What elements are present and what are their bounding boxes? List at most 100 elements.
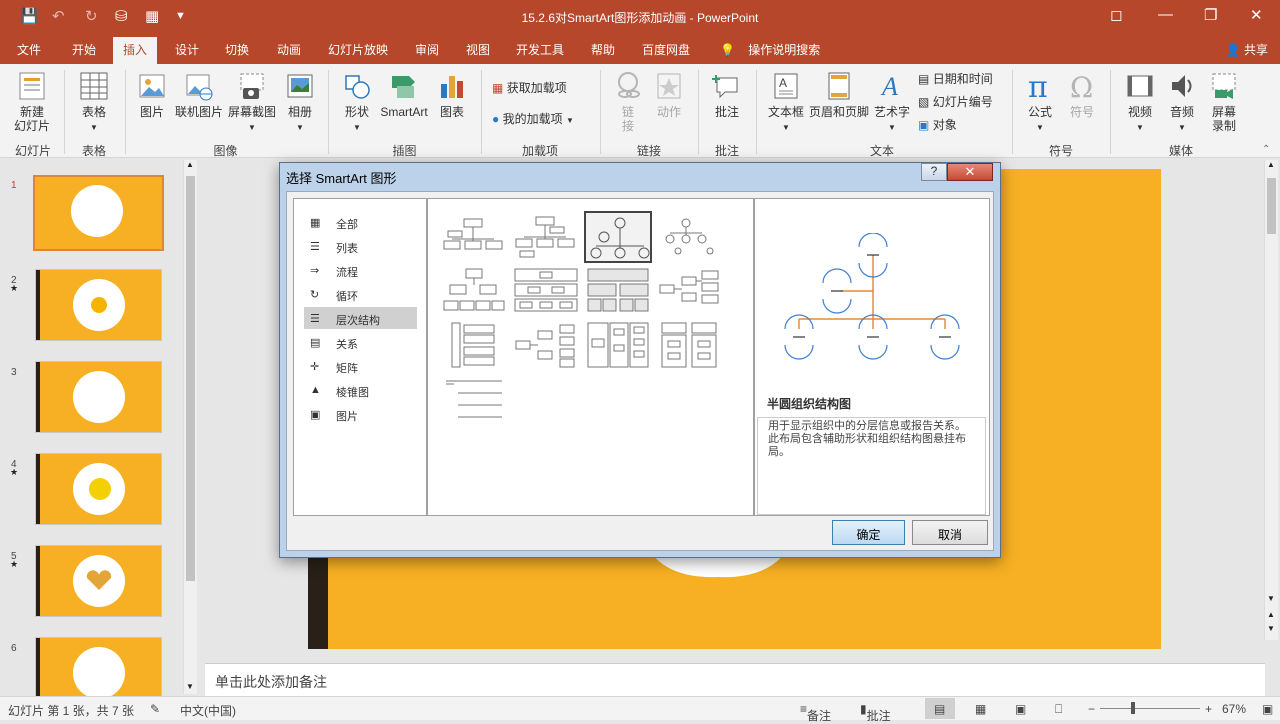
- language-status[interactable]: 中文(中国): [180, 702, 236, 719]
- category-relationship[interactable]: ▤ 关系: [304, 331, 417, 353]
- link-button[interactable]: 链 接: [610, 70, 646, 133]
- tab-animations[interactable]: 动画: [277, 41, 301, 58]
- category-list-item[interactable]: ☰ 列表: [304, 235, 417, 257]
- textbox-button[interactable]: A 文本框 ▼: [764, 70, 808, 135]
- layout-name-title-org-chart[interactable]: [514, 213, 582, 265]
- zoom-slider[interactable]: [1100, 708, 1200, 709]
- layout-half-circle-org-chart[interactable]: [584, 211, 652, 263]
- tab-design[interactable]: 设计: [175, 41, 199, 58]
- scrollbar-thumb[interactable]: [1267, 178, 1276, 234]
- tab-transitions[interactable]: 切换: [225, 41, 249, 58]
- ribbon-display-icon[interactable]: ◻: [1110, 6, 1122, 24]
- category-all[interactable]: ▦ 全部: [304, 211, 417, 233]
- layout-vertical-hierarchy[interactable]: [586, 321, 654, 373]
- scroll-up-icon[interactable]: ▲: [1267, 160, 1275, 169]
- slide-thumbnail[interactable]: [35, 545, 162, 617]
- slide-thumbnail[interactable]: [35, 361, 162, 433]
- slideshow-view-icon[interactable]: ⎕: [1055, 702, 1062, 717]
- tab-help[interactable]: 帮助: [591, 41, 615, 58]
- layout-list-hierarchy[interactable]: [442, 377, 510, 429]
- screen-record-button[interactable]: 屏幕 录制: [1204, 70, 1244, 133]
- tab-file[interactable]: 文件: [17, 41, 41, 58]
- zoom-level[interactable]: 67%: [1222, 702, 1246, 716]
- layout-table-hierarchy[interactable]: [586, 267, 654, 319]
- zoom-in-icon[interactable]: +: [1205, 702, 1212, 716]
- chart-button[interactable]: 图表: [433, 70, 471, 119]
- object-button[interactable]: ▣ 对象: [918, 116, 957, 133]
- zoom-slider-thumb[interactable]: [1131, 702, 1135, 714]
- category-matrix[interactable]: ✛ 矩阵: [304, 355, 417, 377]
- category-hierarchy[interactable]: ☰ 层次结构: [304, 307, 417, 329]
- collapse-ribbon-icon[interactable]: ⌃: [1262, 144, 1270, 155]
- zoom-out-icon[interactable]: −: [1088, 702, 1095, 716]
- tab-slideshow[interactable]: 幻灯片放映: [328, 41, 388, 58]
- get-addins-button[interactable]: ▦ 获取加载项: [492, 79, 567, 96]
- notes-toggle[interactable]: ≡ 备注: [800, 702, 831, 723]
- category-picture[interactable]: ▣ 图片: [304, 403, 417, 425]
- smartart-button[interactable]: SmartArt: [379, 70, 429, 119]
- share-button[interactable]: 👤 共享: [1226, 41, 1268, 58]
- prev-slide-icon[interactable]: ▲: [1267, 610, 1275, 619]
- symbol-button[interactable]: Ω 符号: [1062, 70, 1102, 119]
- layout-horizontal-hierarchy[interactable]: [658, 267, 726, 319]
- scroll-up-icon[interactable]: ▲: [186, 160, 194, 169]
- slide-thumbnail[interactable]: [33, 175, 164, 251]
- editor-scrollbar[interactable]: ▲ ▼ ▲ ▼: [1264, 160, 1278, 640]
- slide-thumbnail[interactable]: [35, 269, 162, 341]
- date-time-button[interactable]: ▤ 日期和时间: [918, 70, 993, 87]
- header-footer-button[interactable]: 页眉和页脚: [808, 70, 870, 119]
- fit-slide-icon[interactable]: ▣: [1262, 702, 1273, 716]
- layout-horizontal-org-chart[interactable]: [514, 321, 582, 373]
- spellcheck-icon[interactable]: ✎: [150, 702, 160, 716]
- tell-me-search[interactable]: 💡 操作说明搜索: [720, 41, 820, 58]
- layout-labeled-list-hierarchy[interactable]: [442, 321, 510, 373]
- layout-circle-picture-hierarchy[interactable]: [658, 213, 726, 265]
- thumbnail-scrollbar[interactable]: ▲ ▼: [183, 160, 197, 694]
- layout-labeled-hierarchy[interactable]: [514, 267, 582, 319]
- comment-button[interactable]: 批注: [706, 70, 748, 119]
- layout-hierarchy[interactable]: [442, 267, 510, 319]
- video-button[interactable]: 视频 ▼: [1118, 70, 1162, 135]
- my-addins-button[interactable]: ● 我的加载项 ▼: [492, 110, 574, 127]
- equation-button[interactable]: π 公式 ▼: [1020, 70, 1060, 135]
- table-button[interactable]: 表格 ▼: [72, 70, 116, 135]
- layout-org-chart[interactable]: [442, 213, 510, 265]
- dialog-close-button[interactable]: ✕: [947, 163, 993, 181]
- screenshot-button[interactable]: 屏幕截图 ▼: [227, 70, 277, 135]
- scrollbar-thumb[interactable]: [186, 176, 195, 581]
- tab-view[interactable]: 视图: [466, 41, 490, 58]
- online-picture-button[interactable]: 联机图片: [174, 70, 224, 119]
- tab-baidu[interactable]: 百度网盘: [642, 41, 690, 58]
- slide-thumbnail[interactable]: [35, 637, 162, 699]
- category-pyramid[interactable]: ▲ 棱锥图: [304, 379, 417, 401]
- layout-horizontal-labeled-hierarchy[interactable]: [658, 321, 726, 373]
- category-process[interactable]: ⇒ 流程: [304, 259, 417, 281]
- tab-insert[interactable]: 插入: [113, 37, 158, 64]
- scroll-down-icon[interactable]: ▼: [1267, 594, 1275, 603]
- minimize-icon[interactable]: —: [1158, 6, 1173, 23]
- category-cycle[interactable]: ↻ 循环: [304, 283, 417, 305]
- audio-button[interactable]: 音频 ▼: [1162, 70, 1202, 135]
- new-slide-button[interactable]: 新建 幻灯片: [8, 70, 56, 133]
- ok-button[interactable]: 确定: [832, 520, 905, 545]
- wordart-button[interactable]: A 艺术字 ▼: [872, 70, 912, 135]
- close-icon[interactable]: ✕: [1250, 6, 1263, 24]
- maximize-icon[interactable]: ❐: [1204, 6, 1217, 24]
- reading-view-icon[interactable]: ▣: [1015, 702, 1026, 716]
- help-button[interactable]: ?: [921, 163, 947, 181]
- shapes-button[interactable]: 形状 ▼: [338, 70, 376, 135]
- action-button[interactable]: 动作: [650, 70, 688, 119]
- next-slide-icon[interactable]: ▼: [1267, 624, 1275, 633]
- slide-number-button[interactable]: ▧ 幻灯片编号: [918, 93, 993, 110]
- comments-toggle[interactable]: ▮ 批注: [860, 702, 891, 723]
- slide-sorter-icon[interactable]: ▦: [975, 702, 986, 716]
- tab-review[interactable]: 审阅: [415, 41, 439, 58]
- notes-pane[interactable]: 单击此处添加备注: [205, 663, 1265, 696]
- picture-button[interactable]: 图片: [133, 70, 171, 119]
- tab-developer[interactable]: 开发工具: [516, 41, 564, 58]
- cancel-button[interactable]: 取消: [912, 520, 988, 545]
- scroll-down-icon[interactable]: ▼: [186, 682, 194, 691]
- album-button[interactable]: 相册 ▼: [282, 70, 318, 135]
- tab-home[interactable]: 开始: [72, 41, 96, 58]
- slide-thumbnail[interactable]: [35, 453, 162, 525]
